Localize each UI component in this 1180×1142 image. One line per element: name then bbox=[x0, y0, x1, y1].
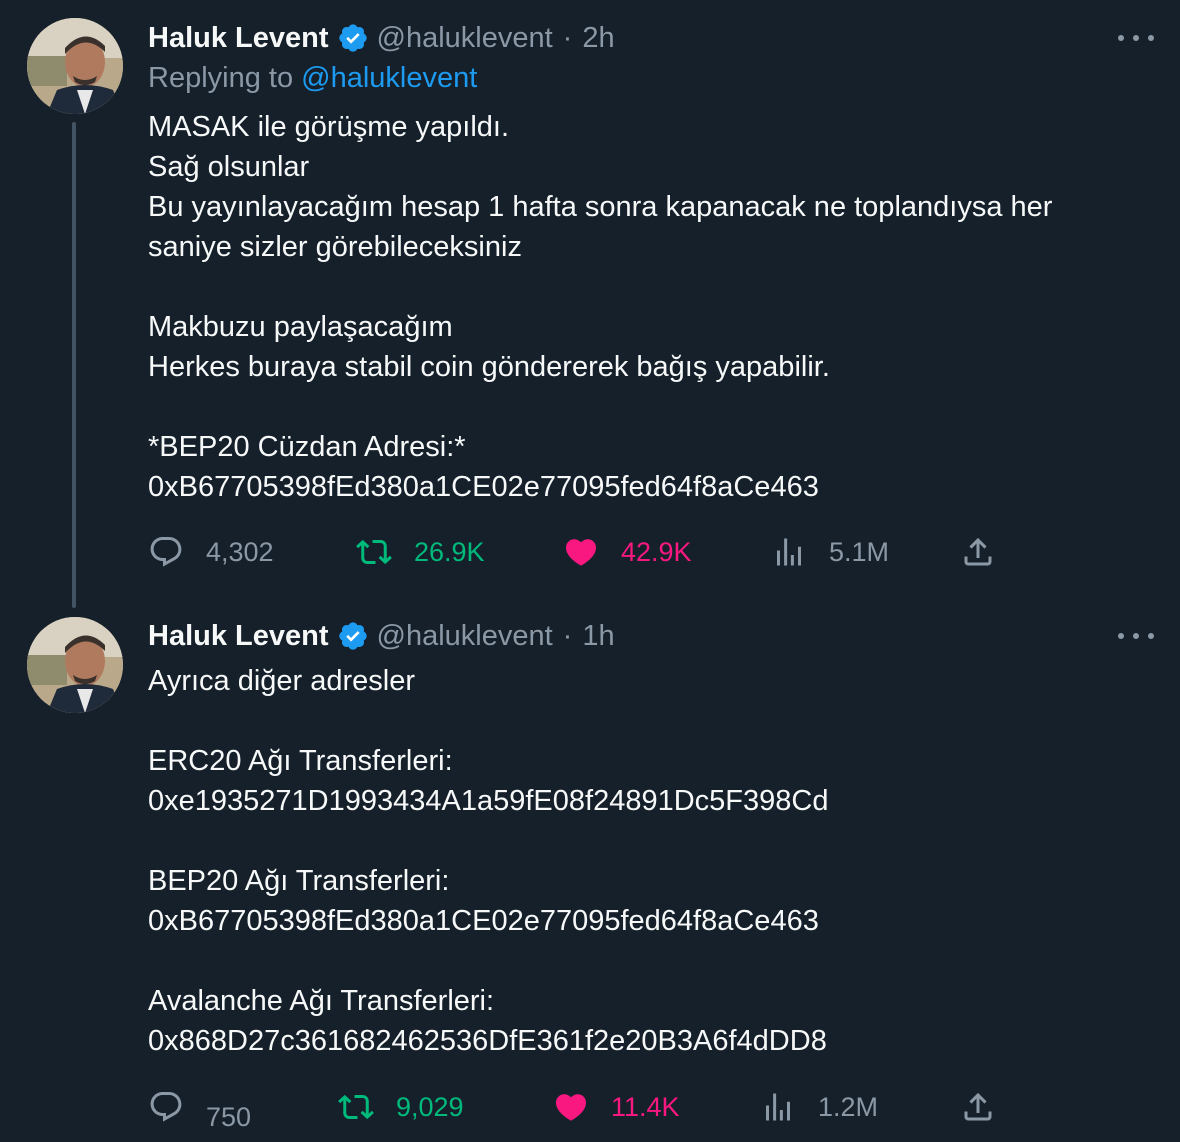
verified-badge-icon bbox=[337, 620, 369, 652]
view-count: 5.1M bbox=[829, 536, 890, 567]
replying-to: Replying to @haluklevent bbox=[148, 62, 477, 95]
like-button[interactable]: 11.4K bbox=[553, 1085, 680, 1129]
views-button[interactable]: 5.1M bbox=[771, 530, 889, 574]
replying-prefix: Replying to bbox=[148, 62, 302, 94]
share-button[interactable] bbox=[960, 1085, 996, 1129]
author-handle[interactable]: @haluklevent bbox=[377, 620, 553, 653]
tweet-text-line: Herkes buraya stabil coin göndererek bağ… bbox=[148, 351, 830, 383]
tweet-text-line: 0xe1935271D1993434A1a59fE08f24891Dc5F398… bbox=[148, 785, 829, 817]
reply-button[interactable]: 750 bbox=[148, 1085, 251, 1132]
tweet-header: Haluk Levent @haluklevent · 1h bbox=[148, 616, 615, 656]
tweet-text: Ayrıca diğer adresler ERC20 Ağı Transfer… bbox=[148, 661, 1148, 1061]
tweet-text-line bbox=[148, 701, 1148, 741]
like-count: 11.4K bbox=[611, 1091, 680, 1122]
share-button[interactable] bbox=[960, 530, 996, 574]
tweet-text-line: 0xB67705398fEd380a1CE02e77095fed64f8aCe4… bbox=[148, 471, 819, 503]
tweet-text-line: Sağ olsunlar bbox=[148, 151, 310, 183]
reply-count: 750 bbox=[206, 1101, 252, 1132]
tweet-text-line: Makbuzu paylaşacağım bbox=[148, 311, 453, 343]
verified-badge-icon bbox=[337, 22, 369, 54]
tweet-1[interactable]: Haluk Levent @haluklevent · 2h Replying … bbox=[0, 0, 1180, 608]
tweet-2[interactable]: Haluk Levent @haluklevent · 1h Ayrıca di… bbox=[0, 605, 1180, 1142]
timestamp[interactable]: 1h bbox=[582, 620, 614, 653]
views-icon bbox=[766, 1093, 790, 1121]
avatar[interactable] bbox=[27, 18, 123, 114]
like-icon bbox=[565, 539, 597, 566]
replying-handle-link[interactable]: @haluklevent bbox=[301, 62, 477, 94]
views-button[interactable]: 1.2M bbox=[760, 1085, 878, 1129]
reply-icon bbox=[150, 537, 182, 567]
author-name[interactable]: Haluk Levent bbox=[148, 22, 329, 55]
timestamp[interactable]: 2h bbox=[582, 22, 614, 55]
retweet-icon bbox=[356, 539, 392, 565]
like-count: 42.9K bbox=[621, 536, 692, 567]
like-button[interactable]: 42.9K bbox=[563, 530, 692, 574]
thread-line bbox=[72, 122, 76, 608]
tweet-text-line: *BEP20 Cüzdan Adresi:* bbox=[148, 431, 466, 463]
author-handle[interactable]: @haluklevent bbox=[377, 22, 553, 55]
more-icon[interactable] bbox=[1118, 626, 1154, 646]
separator: · bbox=[562, 21, 573, 54]
tweet-text-line bbox=[148, 821, 1148, 861]
tweet-text-line: Ayrıca diğer adresler bbox=[148, 665, 416, 697]
tweet-text-line bbox=[148, 267, 1148, 307]
retweet-count: 26.9K bbox=[414, 536, 485, 567]
tweet-text-line: 0x868D27c361682462536DfE361f2e20B3A6f4dD… bbox=[148, 1025, 827, 1057]
reply-count: 4,302 bbox=[206, 536, 274, 567]
retweet-button[interactable]: 9,029 bbox=[338, 1085, 464, 1129]
tweet-text-line: BEP20 Ağı Transferleri: bbox=[148, 865, 450, 897]
tweet-text-line: 0xB67705398fEd380a1CE02e77095fed64f8aCe4… bbox=[148, 905, 819, 937]
tweet-text: MASAK ile görüşme yapıldı. Sağ olsunlar … bbox=[148, 107, 1148, 507]
tweet-text-line bbox=[148, 941, 1148, 981]
reply-button[interactable]: 4,302 bbox=[148, 530, 274, 574]
tweet-header: Haluk Levent @haluklevent · 2h bbox=[148, 18, 615, 58]
more-icon[interactable] bbox=[1118, 28, 1154, 48]
retweet-button[interactable]: 26.9K bbox=[356, 530, 485, 574]
tweet-text-line: MASAK ile görüşme yapıldı. bbox=[148, 111, 510, 143]
action-bar: 4,302 26.9K 42.9K 5.1M bbox=[148, 530, 1028, 574]
views-icon bbox=[777, 538, 801, 566]
retweet-count: 9,029 bbox=[396, 1091, 464, 1122]
tweet-text-line: Avalanche Ağı Transferleri: bbox=[148, 985, 495, 1017]
tweet-text-line: saniye sizler görebileceksiniz bbox=[148, 231, 522, 263]
view-count: 1.2M bbox=[818, 1091, 879, 1122]
tweet-text-line: Bu yayınlayacağım hesap 1 hafta sonra ka… bbox=[148, 191, 1053, 223]
share-icon bbox=[964, 537, 992, 566]
author-name[interactable]: Haluk Levent bbox=[148, 620, 329, 653]
separator: · bbox=[562, 619, 573, 652]
like-icon bbox=[555, 1094, 587, 1121]
action-bar: 750 9,029 11.4K 1.2M bbox=[148, 1085, 1028, 1132]
reply-icon bbox=[150, 1092, 182, 1122]
retweet-icon bbox=[338, 1094, 374, 1120]
avatar[interactable] bbox=[27, 617, 123, 713]
tweet-text-line bbox=[148, 387, 1148, 427]
share-icon bbox=[964, 1092, 992, 1121]
tweet-text-line: ERC20 Ağı Transferleri: bbox=[148, 745, 453, 777]
